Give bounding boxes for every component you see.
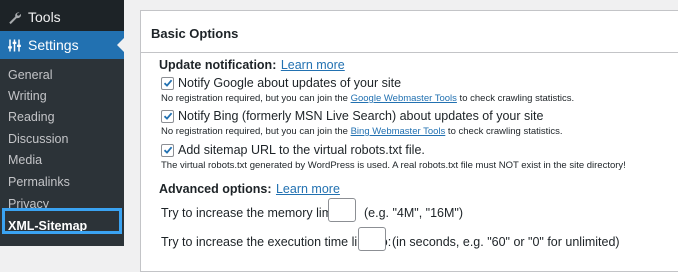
- notify-bing-description: No registration required, but you can jo…: [161, 126, 563, 137]
- memory-limit-label: Try to increase the memory limit to:: [161, 206, 356, 220]
- checkmark-icon: [163, 112, 172, 120]
- notify-google-label: Notify Google about updates of your site: [178, 76, 402, 90]
- submenu-writing[interactable]: Writing: [8, 88, 47, 104]
- notify-google-checkbox[interactable]: [161, 76, 174, 90]
- advanced-options-row: Advanced options: Learn more: [159, 180, 340, 198]
- update-notification-learn-more-link[interactable]: Learn more: [281, 58, 345, 72]
- robots-checkbox[interactable]: [161, 143, 174, 157]
- menu-settings[interactable]: Settings: [0, 31, 124, 59]
- settings-sliders-icon: [0, 38, 28, 53]
- checkmark-icon: [163, 146, 172, 154]
- menu-tools[interactable]: Tools: [0, 3, 124, 31]
- update-notification-label: Update notification:: [159, 58, 277, 72]
- notify-google-desc-before: No registration required, but you can jo…: [161, 93, 351, 104]
- admin-sidebar: Tools Settings General Writing Reading D…: [0, 0, 124, 246]
- notify-bing-desc-before: No registration required, but you can jo…: [161, 126, 351, 137]
- robots-label: Add sitemap URL to the virtual robots.tx…: [178, 143, 425, 157]
- notify-google-desc-after: to check crawling statistics.: [456, 93, 575, 104]
- notify-bing-desc-after: to check crawling statistics.: [445, 126, 563, 137]
- memory-limit-input[interactable]: [328, 198, 356, 222]
- submenu-reading[interactable]: Reading: [8, 109, 55, 125]
- checkmark-icon: [163, 79, 172, 87]
- advanced-options-label: Advanced options:: [159, 182, 272, 196]
- robots-description: The virtual robots.txt generated by Word…: [161, 160, 626, 171]
- execution-time-input[interactable]: [358, 227, 386, 251]
- update-notification-row: Update notification: Learn more: [159, 56, 345, 74]
- google-webmaster-tools-link[interactable]: Google Webmaster Tools: [351, 93, 457, 104]
- submenu-media[interactable]: Media: [8, 152, 42, 168]
- wrench-icon: [0, 10, 28, 25]
- notify-google-row: Notify Google about updates of your site: [161, 76, 401, 90]
- memory-limit-hint: (e.g. "4M", "16M"): [364, 206, 464, 220]
- notify-bing-row: Notify Bing (formerly MSN Live Search) a…: [161, 109, 543, 123]
- execution-time-label: Try to increase the execution time limit…: [161, 235, 392, 249]
- notify-bing-label: Notify Bing (formerly MSN Live Search) a…: [178, 109, 544, 123]
- panel-header: Basic Options: [141, 11, 678, 53]
- menu-tools-label: Tools: [28, 9, 61, 25]
- submenu-permalinks[interactable]: Permalinks: [8, 174, 70, 190]
- panel-title: Basic Options: [151, 26, 239, 41]
- bing-webmaster-tools-link[interactable]: Bing Webmaster Tools: [351, 126, 446, 137]
- submenu-general[interactable]: General: [8, 67, 52, 83]
- xml-sitemap-highlight: [2, 208, 122, 234]
- execution-time-hint: (in seconds, e.g. "60" or "0" for unlimi…: [392, 235, 620, 249]
- basic-options-panel: Basic Options Update notification: Learn…: [140, 10, 678, 272]
- notify-bing-checkbox[interactable]: [161, 109, 174, 123]
- menu-settings-label: Settings: [28, 37, 79, 53]
- submenu-discussion[interactable]: Discussion: [8, 131, 68, 147]
- advanced-options-learn-more-link[interactable]: Learn more: [276, 182, 340, 196]
- robots-row: Add sitemap URL to the virtual robots.tx…: [161, 143, 425, 157]
- notify-google-description: No registration required, but you can jo…: [161, 93, 574, 104]
